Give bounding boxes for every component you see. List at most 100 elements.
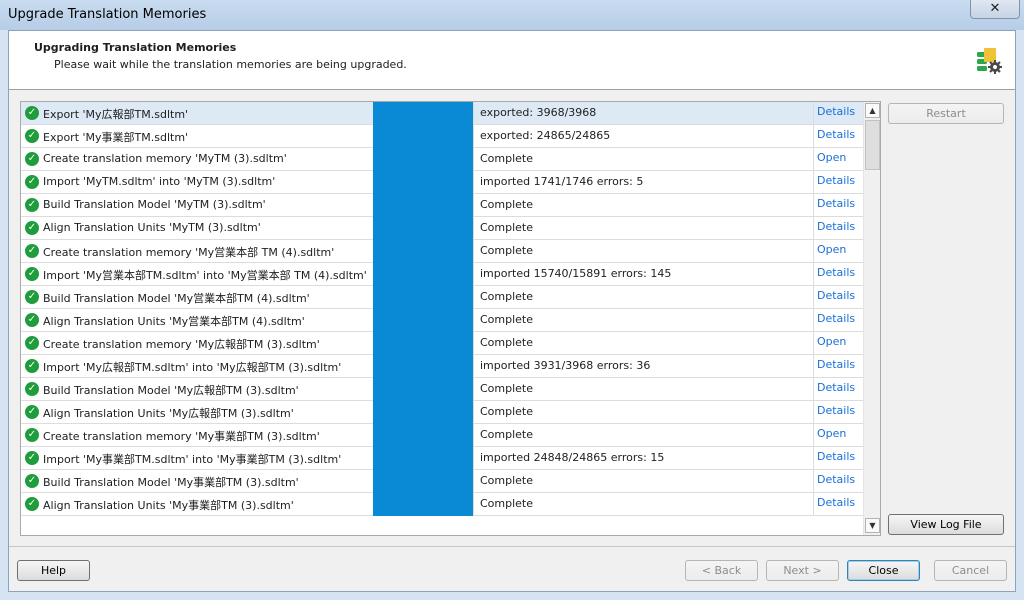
- task-name-cell: ✓ Align Translation Units 'My広報部TM (3).sd…: [21, 401, 373, 423]
- task-link-cell: Details: [813, 125, 864, 147]
- task-link[interactable]: Open: [817, 427, 846, 440]
- task-status-cell: Complete: [473, 286, 814, 308]
- task-status: exported: 3968/3968: [480, 106, 597, 119]
- task-row[interactable]: ✓ Import 'My事業部TM.sdltm' into 'My事業部TM (3…: [21, 447, 863, 470]
- task-grid-scrollbar[interactable]: ▲ ▼: [863, 102, 880, 535]
- task-status: Complete: [480, 198, 534, 211]
- task-link[interactable]: Details: [817, 128, 855, 141]
- task-status-cell: imported 15740/15891 errors: 145: [473, 263, 814, 285]
- database-gear-icon: [977, 48, 1002, 74]
- task-name: Create translation memory 'My事業部TM (3).s…: [43, 430, 320, 443]
- task-link-cell: Details: [813, 286, 864, 308]
- view-log-file-button[interactable]: View Log File: [888, 514, 1004, 535]
- task-link[interactable]: Details: [817, 105, 855, 118]
- task-row[interactable]: ✓ Build Translation Model 'My営業本部TM (4).s…: [21, 286, 863, 309]
- check-circle-icon: ✓: [25, 175, 39, 189]
- task-name: Create translation memory 'My広報部TM (3).s…: [43, 338, 320, 351]
- task-status-cell: Complete: [473, 493, 814, 515]
- task-name-cell: ✓ Build Translation Model 'MyTM (3).sdltm…: [21, 194, 373, 216]
- check-circle-icon: ✓: [25, 244, 39, 258]
- task-row[interactable]: ✓ Import 'MyTM.sdltm' into 'MyTM (3).sdlt…: [21, 171, 863, 194]
- task-link-cell: Details: [813, 493, 864, 515]
- task-row[interactable]: ✓ Align Translation Units 'My営業本部TM (4).s…: [21, 309, 863, 332]
- task-row[interactable]: ✓ Create translation memory 'My営業本部 TM (4…: [21, 240, 863, 263]
- task-status: imported 15740/15891 errors: 145: [480, 267, 672, 280]
- task-name-cell: ✓ Import 'My広報部TM.sdltm' into 'My広報部TM (3…: [21, 355, 373, 377]
- task-row[interactable]: ✓ Create translation memory 'My広報部TM (3).…: [21, 332, 863, 355]
- task-status-cell: Complete: [473, 194, 814, 216]
- task-link[interactable]: Details: [817, 266, 855, 279]
- task-status: Complete: [480, 405, 534, 418]
- task-link[interactable]: Details: [817, 450, 855, 463]
- check-circle-icon: ✓: [25, 129, 39, 143]
- task-link-cell: Details: [813, 447, 864, 469]
- task-link[interactable]: Details: [817, 197, 855, 210]
- task-progress-bar: [373, 217, 473, 240]
- task-link[interactable]: Details: [817, 312, 855, 325]
- check-circle-icon: ✓: [25, 474, 39, 488]
- check-circle-icon: ✓: [25, 428, 39, 442]
- check-circle-icon: ✓: [25, 497, 39, 511]
- task-row[interactable]: ✓ Build Translation Model 'My広報部TM (3).sd…: [21, 378, 863, 401]
- back-button[interactable]: < Back: [685, 560, 758, 581]
- task-row[interactable]: ✓ Align Translation Units 'My事業部TM (3).sd…: [21, 493, 863, 516]
- cancel-button[interactable]: Cancel: [934, 560, 1007, 581]
- next-button[interactable]: Next >: [766, 560, 839, 581]
- task-name: Create translation memory 'MyTM (3).sdlt…: [43, 152, 287, 165]
- task-link[interactable]: Details: [817, 473, 855, 486]
- task-link[interactable]: Open: [817, 151, 846, 164]
- task-link[interactable]: Details: [817, 381, 855, 394]
- task-status: Complete: [480, 290, 534, 303]
- task-link-cell: Open: [813, 332, 864, 354]
- help-button[interactable]: Help: [17, 560, 90, 581]
- task-status-cell: Complete: [473, 309, 814, 331]
- task-row[interactable]: ✓ Build Translation Model 'My事業部TM (3).sd…: [21, 470, 863, 493]
- task-link[interactable]: Details: [817, 174, 855, 187]
- task-name-cell: ✓ Create translation memory 'MyTM (3).sdl…: [21, 148, 373, 170]
- window-close-button[interactable]: ✕: [970, 0, 1020, 19]
- scroll-down-arrow-icon[interactable]: ▼: [865, 518, 880, 533]
- task-name-cell: ✓ Align Translation Units 'My事業部TM (3).sd…: [21, 493, 373, 515]
- task-status: imported 24848/24865 errors: 15: [480, 451, 665, 464]
- task-link[interactable]: Details: [817, 404, 855, 417]
- task-link-cell: Open: [813, 424, 864, 446]
- task-link[interactable]: Open: [817, 243, 846, 256]
- task-progress-bar: [373, 286, 473, 309]
- close-button[interactable]: Close: [847, 560, 920, 581]
- check-circle-icon: ✓: [25, 451, 39, 465]
- task-link[interactable]: Details: [817, 496, 855, 509]
- task-link[interactable]: Details: [817, 289, 855, 302]
- scroll-thumb[interactable]: [865, 120, 880, 170]
- wizard-header: Upgrading Translation Memories Please wa…: [9, 31, 1015, 90]
- task-progress-bar: [373, 447, 473, 470]
- task-status-cell: Complete: [473, 470, 814, 492]
- check-circle-icon: ✓: [25, 152, 39, 166]
- task-link[interactable]: Open: [817, 335, 846, 348]
- task-status-cell: Complete: [473, 332, 814, 354]
- task-progress-bar: [373, 194, 473, 217]
- task-name-cell: ✓ Align Translation Units 'MyTM (3).sdltm…: [21, 217, 373, 239]
- task-link-cell: Open: [813, 148, 864, 170]
- task-row[interactable]: ✓ Export 'My広報部TM.sdltm' exported: 3968/39…: [21, 102, 863, 125]
- task-progress-bar: [373, 309, 473, 332]
- task-row[interactable]: ✓ Import 'My営業本部TM.sdltm' into 'My営業本部 TM…: [21, 263, 863, 286]
- task-link[interactable]: Details: [817, 220, 855, 233]
- check-circle-icon: ✓: [25, 359, 39, 373]
- task-row[interactable]: ✓ Export 'My事業部TM.sdltm' exported: 24865/2…: [21, 125, 863, 148]
- task-name: Export 'My広報部TM.sdltm': [43, 108, 189, 121]
- task-row[interactable]: ✓ Align Translation Units 'MyTM (3).sdltm…: [21, 217, 863, 240]
- restart-button[interactable]: Restart: [888, 103, 1004, 124]
- task-name: Build Translation Model 'MyTM (3).sdltm': [43, 198, 266, 211]
- task-row[interactable]: ✓ Import 'My広報部TM.sdltm' into 'My広報部TM (3…: [21, 355, 863, 378]
- task-link[interactable]: Details: [817, 358, 855, 371]
- task-status: Complete: [480, 382, 534, 395]
- task-row[interactable]: ✓ Create translation memory 'MyTM (3).sdl…: [21, 148, 863, 171]
- task-row[interactable]: ✓ Align Translation Units 'My広報部TM (3).sd…: [21, 401, 863, 424]
- task-progress-bar: [373, 263, 473, 286]
- task-row[interactable]: ✓ Create translation memory 'My事業部TM (3).…: [21, 424, 863, 447]
- task-name: Import 'My営業本部TM.sdltm' into 'My営業本部 TM …: [43, 269, 367, 282]
- task-progress-bar: [373, 493, 473, 516]
- scroll-up-arrow-icon[interactable]: ▲: [865, 103, 880, 118]
- task-row[interactable]: ✓ Build Translation Model 'MyTM (3).sdltm…: [21, 194, 863, 217]
- task-name: Export 'My事業部TM.sdltm': [43, 131, 189, 144]
